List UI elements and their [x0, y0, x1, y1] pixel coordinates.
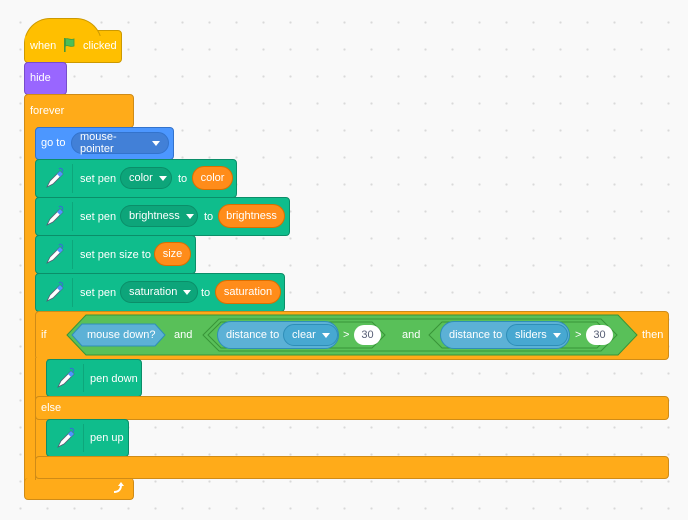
to-label: to — [201, 287, 211, 299]
to-label: to — [204, 211, 214, 223]
pen-up-label: pen up — [90, 432, 124, 444]
and-label-1: and — [174, 329, 193, 341]
distance-target-value: sliders — [515, 329, 547, 341]
variable-name: size — [162, 248, 183, 260]
pen-param-dropdown[interactable]: brightness — [120, 205, 198, 227]
threshold-value: 30 — [361, 329, 374, 341]
variable-name: brightness — [226, 210, 277, 222]
pen-icon — [46, 281, 64, 302]
variable-name: color — [200, 172, 225, 184]
pen-icon — [46, 243, 64, 264]
distance-to-label: distance to — [226, 329, 280, 341]
greater-than-label: > — [575, 329, 582, 341]
chevron-down-icon — [321, 332, 330, 338]
variable-name: saturation — [223, 286, 273, 298]
set-pen-label: set pen — [80, 287, 117, 299]
pen-down-label: pen down — [90, 373, 138, 385]
to-label: to — [178, 173, 188, 185]
forever-label: forever — [30, 105, 65, 117]
pen-param-dropdown[interactable]: color — [120, 167, 172, 189]
separator — [83, 424, 84, 452]
loop-arrow-icon — [113, 482, 124, 493]
separator — [83, 364, 84, 392]
go-to-target-value: mouse-pointer — [80, 131, 117, 155]
separator — [72, 278, 73, 307]
and-label-2: and — [402, 329, 421, 341]
go-to-target-dropdown[interactable]: mouse-pointer — [71, 131, 169, 155]
brightness-variable-reporter[interactable]: brightness — [218, 204, 285, 228]
if-label: if — [41, 329, 47, 341]
set-pen-size-label: set pen size to — [80, 249, 151, 261]
threshold-input-1[interactable]: 30 — [354, 325, 381, 345]
distance-target-value: clear — [292, 329, 316, 341]
pen-icon — [57, 427, 75, 448]
green-flag-icon[interactable] — [62, 37, 78, 53]
pen-param-value: brightness — [129, 210, 180, 222]
distance-to-label: distance to — [449, 329, 503, 341]
threshold-value: 30 — [593, 329, 606, 341]
else-label: else — [41, 402, 62, 414]
mouse-down-sensing[interactable]: mouse down? — [87, 330, 156, 341]
threshold-input-2[interactable]: 30 — [586, 325, 613, 345]
then-label: then — [642, 329, 664, 341]
chevron-down-icon — [183, 289, 192, 295]
size-variable-reporter[interactable]: size — [154, 242, 191, 266]
chevron-down-icon — [152, 140, 160, 146]
separator — [72, 164, 73, 193]
when-label: when — [30, 40, 57, 52]
pen-param-value: color — [129, 172, 153, 184]
go-to-label: go to — [41, 137, 66, 149]
clicked-label: clicked — [83, 40, 117, 52]
chevron-down-icon — [185, 213, 194, 219]
separator — [72, 202, 73, 231]
distance-target-dropdown[interactable]: clear — [283, 324, 338, 346]
pen-icon — [57, 367, 75, 388]
set-pen-label: set pen — [80, 211, 117, 223]
if-else-bottom — [35, 456, 669, 479]
else-bar — [35, 396, 669, 420]
separator — [72, 240, 73, 269]
greater-than-label: > — [343, 329, 350, 341]
set-pen-label: set pen — [80, 173, 117, 185]
pen-icon — [46, 167, 64, 188]
pen-param-value: saturation — [129, 286, 178, 298]
pen-icon — [46, 205, 64, 226]
chevron-down-icon — [552, 332, 561, 338]
chevron-down-icon — [158, 175, 167, 181]
pen-param-dropdown[interactable]: saturation — [120, 281, 198, 303]
distance-target-dropdown[interactable]: sliders — [506, 324, 568, 346]
saturation-variable-reporter[interactable]: saturation — [215, 280, 281, 304]
hide-label: hide — [30, 72, 51, 84]
color-variable-reporter[interactable]: color — [192, 166, 233, 190]
